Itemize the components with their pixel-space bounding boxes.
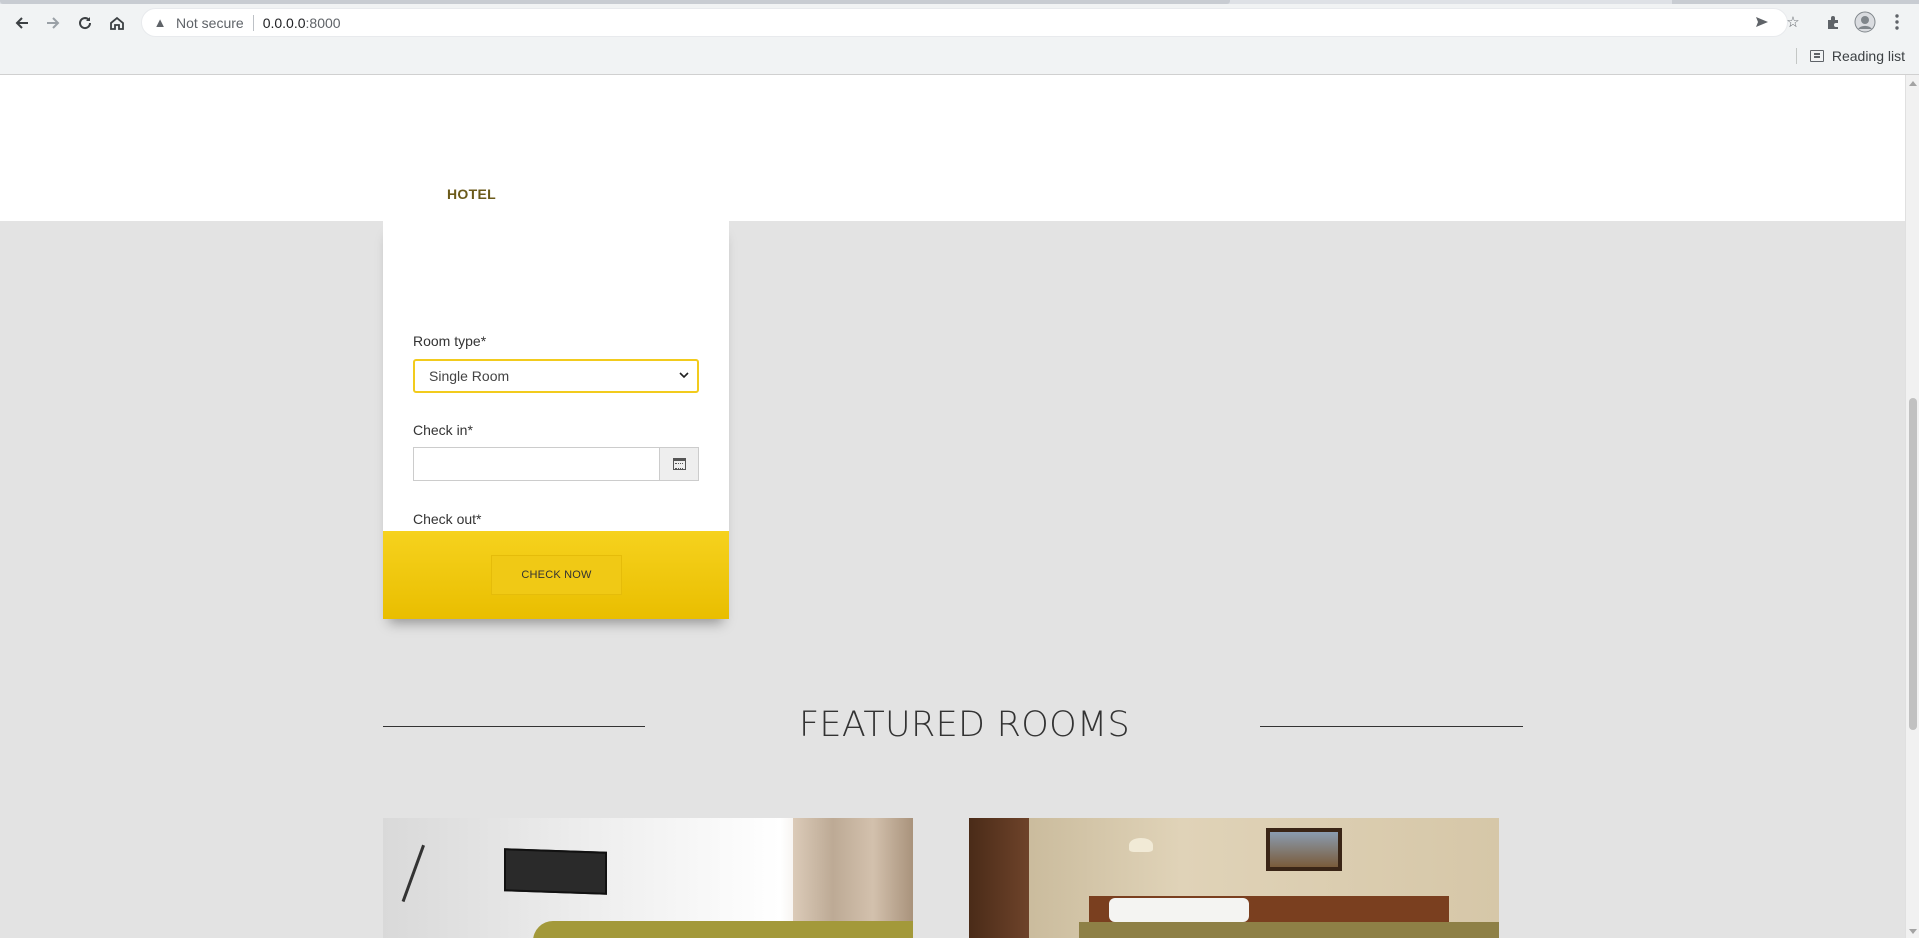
calendar-icon — [672, 458, 686, 470]
address-bar[interactable]: ▲ Not secure 0.0.0.0:8000 — [141, 8, 1788, 37]
web-page: HOTEL Room type* Single Room Check in* C… — [0, 75, 1905, 938]
url-text[interactable]: 0.0.0.0:8000 — [263, 15, 341, 31]
profile-icon[interactable] — [1853, 10, 1877, 34]
room-bed — [533, 921, 913, 938]
reload-icon[interactable] — [72, 10, 98, 36]
room-lamp — [401, 844, 451, 912]
forward-icon[interactable] — [40, 10, 66, 36]
room-type-value: Single Room — [429, 368, 510, 384]
room-card-image[interactable] — [383, 818, 913, 938]
checkin-calendar-button[interactable] — [659, 447, 699, 481]
scroll-up-icon[interactable] — [1909, 81, 1917, 86]
site-logo[interactable]: HOTEL — [447, 186, 496, 202]
check-now-button[interactable]: CHECK NOW — [491, 555, 622, 595]
back-icon[interactable] — [9, 10, 35, 36]
inactive-tab[interactable] — [1672, 0, 1919, 4]
active-tab[interactable] — [0, 0, 1230, 4]
home-icon[interactable] — [104, 10, 130, 36]
featured-rule-left — [383, 726, 645, 727]
room-sconce — [1129, 838, 1153, 852]
featured-rule-right — [1260, 726, 1523, 727]
checkout-label: Check out* — [413, 511, 482, 527]
scroll-down-icon[interactable] — [1909, 929, 1917, 934]
checkin-label: Check in* — [413, 422, 473, 438]
featured-rooms-title: FEATURED ROOMS — [799, 705, 1131, 745]
tab-strip — [0, 0, 1919, 4]
room-type-select[interactable]: Single Room — [413, 359, 699, 393]
room-door — [969, 818, 1029, 938]
room-tv — [504, 848, 607, 895]
room-card-image[interactable] — [969, 818, 1499, 938]
security-label[interactable]: Not secure — [176, 15, 244, 31]
page-scrollbar[interactable] — [1905, 75, 1919, 938]
menu-icon[interactable] — [1885, 10, 1909, 34]
star-icon[interactable]: ☆ — [1781, 10, 1805, 34]
extensions-icon[interactable] — [1821, 10, 1845, 34]
reading-list-label: Reading list — [1831, 48, 1905, 64]
room-painting — [1266, 828, 1342, 871]
checkin-field — [413, 447, 699, 481]
chevron-down-icon — [679, 371, 689, 382]
site-header: HOTEL — [0, 75, 1905, 221]
omnibox-separator — [252, 14, 254, 31]
reading-list-button[interactable]: Reading list — [1809, 46, 1905, 66]
browser-chrome: ▲ Not secure 0.0.0.0:8000 ☆ Reading list — [0, 0, 1919, 75]
room-curtain — [793, 818, 913, 938]
send-icon[interactable] — [1750, 10, 1774, 34]
booking-submit-area: CHECK NOW — [383, 531, 729, 619]
booking-form: Room type* Single Room Check in* Check o… — [383, 221, 729, 619]
checkin-input[interactable] — [413, 447, 659, 481]
room-pillow — [1109, 898, 1249, 922]
room-bed — [1079, 922, 1499, 938]
scrollbar-thumb[interactable] — [1909, 398, 1917, 730]
room-type-label: Room type* — [413, 333, 487, 349]
bookmarks-separator — [1796, 48, 1797, 64]
reading-list-icon — [1809, 50, 1824, 62]
warning-icon[interactable]: ▲ — [152, 15, 168, 31]
